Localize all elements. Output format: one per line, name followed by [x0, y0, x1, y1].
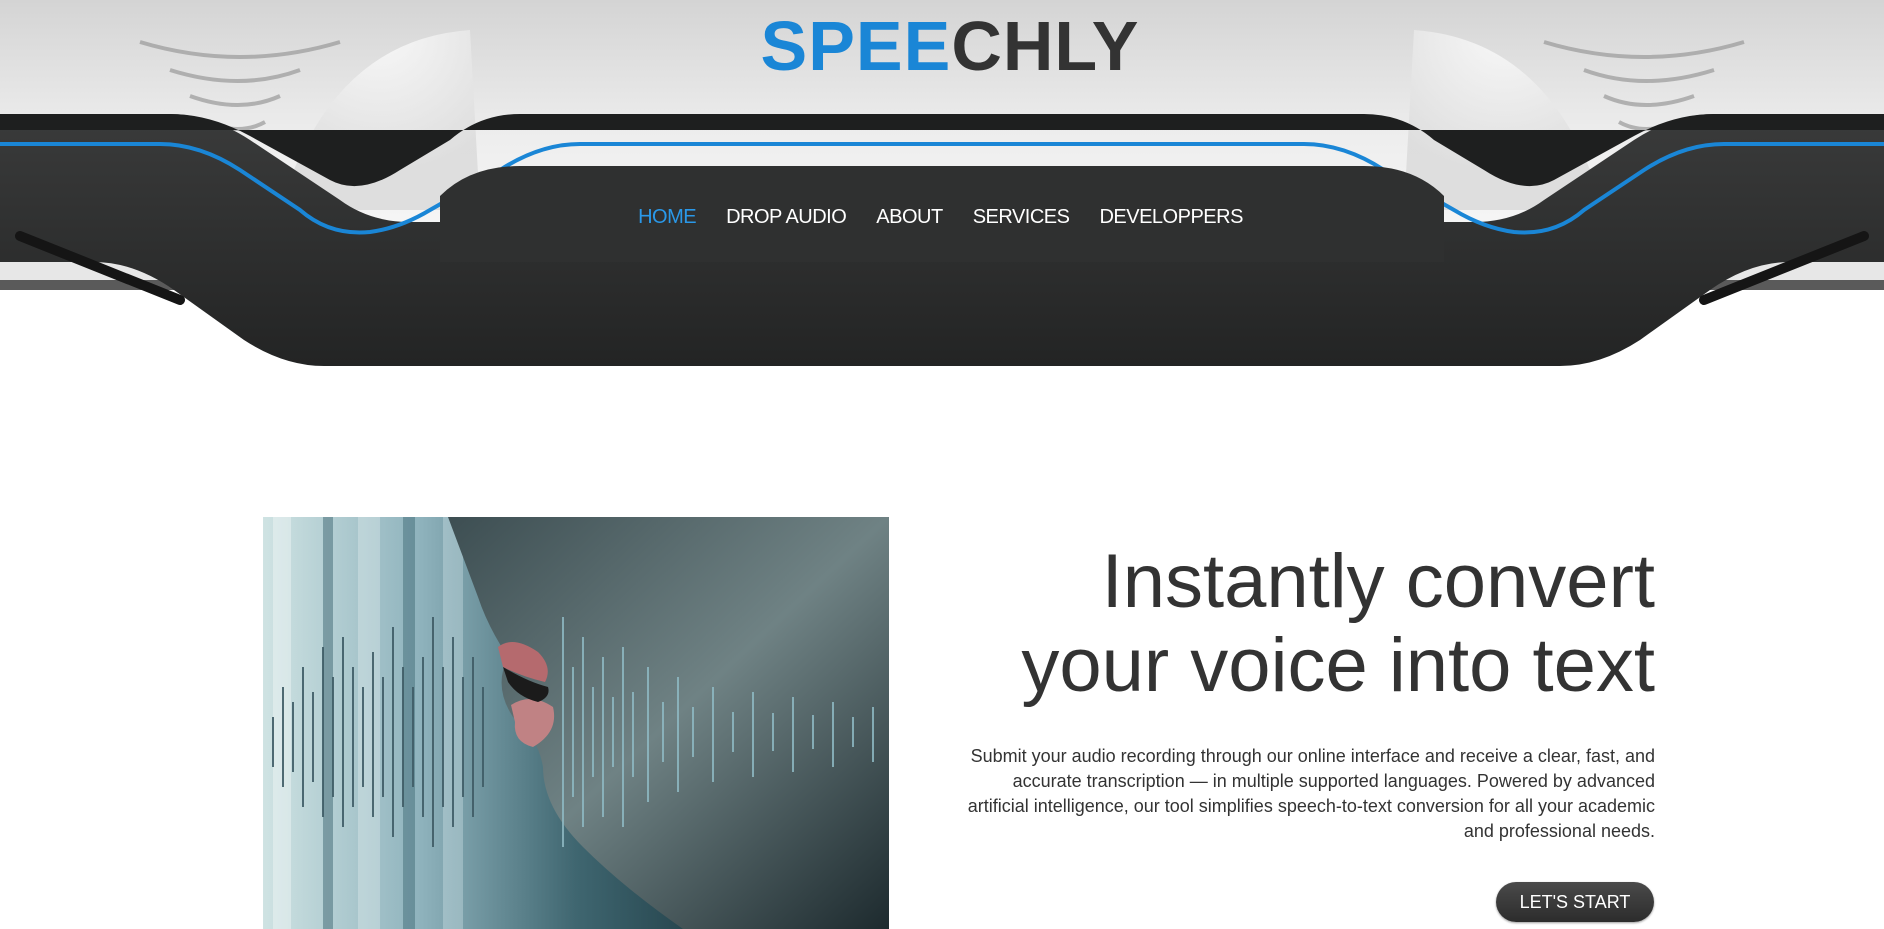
nav-item-developpers[interactable]: DEVELOPPERS [1084, 198, 1257, 237]
headline-line-1: Instantly convert [1101, 539, 1655, 624]
site-header: SPEECHLY HOME DROP AUDIO ABOUT SERVICES … [0, 0, 1884, 400]
nav-item-services[interactable]: SERVICES [958, 198, 1085, 237]
hero-description: Submit your audio recording through our … [967, 746, 1655, 841]
logo-part-blue: SPEE [760, 7, 952, 85]
nav-item-home[interactable]: HOME [623, 198, 711, 237]
nav-item-about[interactable]: ABOUT [861, 198, 957, 237]
logo-part-dark: CHLY [951, 7, 1140, 85]
lets-start-button[interactable]: LET'S START [1496, 882, 1654, 922]
hero-headline: Instantly convert your voice into text [755, 540, 1655, 708]
nav-item-drop-audio[interactable]: DROP AUDIO [711, 198, 861, 237]
site-logo[interactable]: SPEECHLY [0, 6, 1884, 86]
main-nav: HOME DROP AUDIO ABOUT SERVICES DEVELOPPE… [0, 198, 1884, 237]
headline-line-2: your voice into text [1021, 623, 1655, 708]
